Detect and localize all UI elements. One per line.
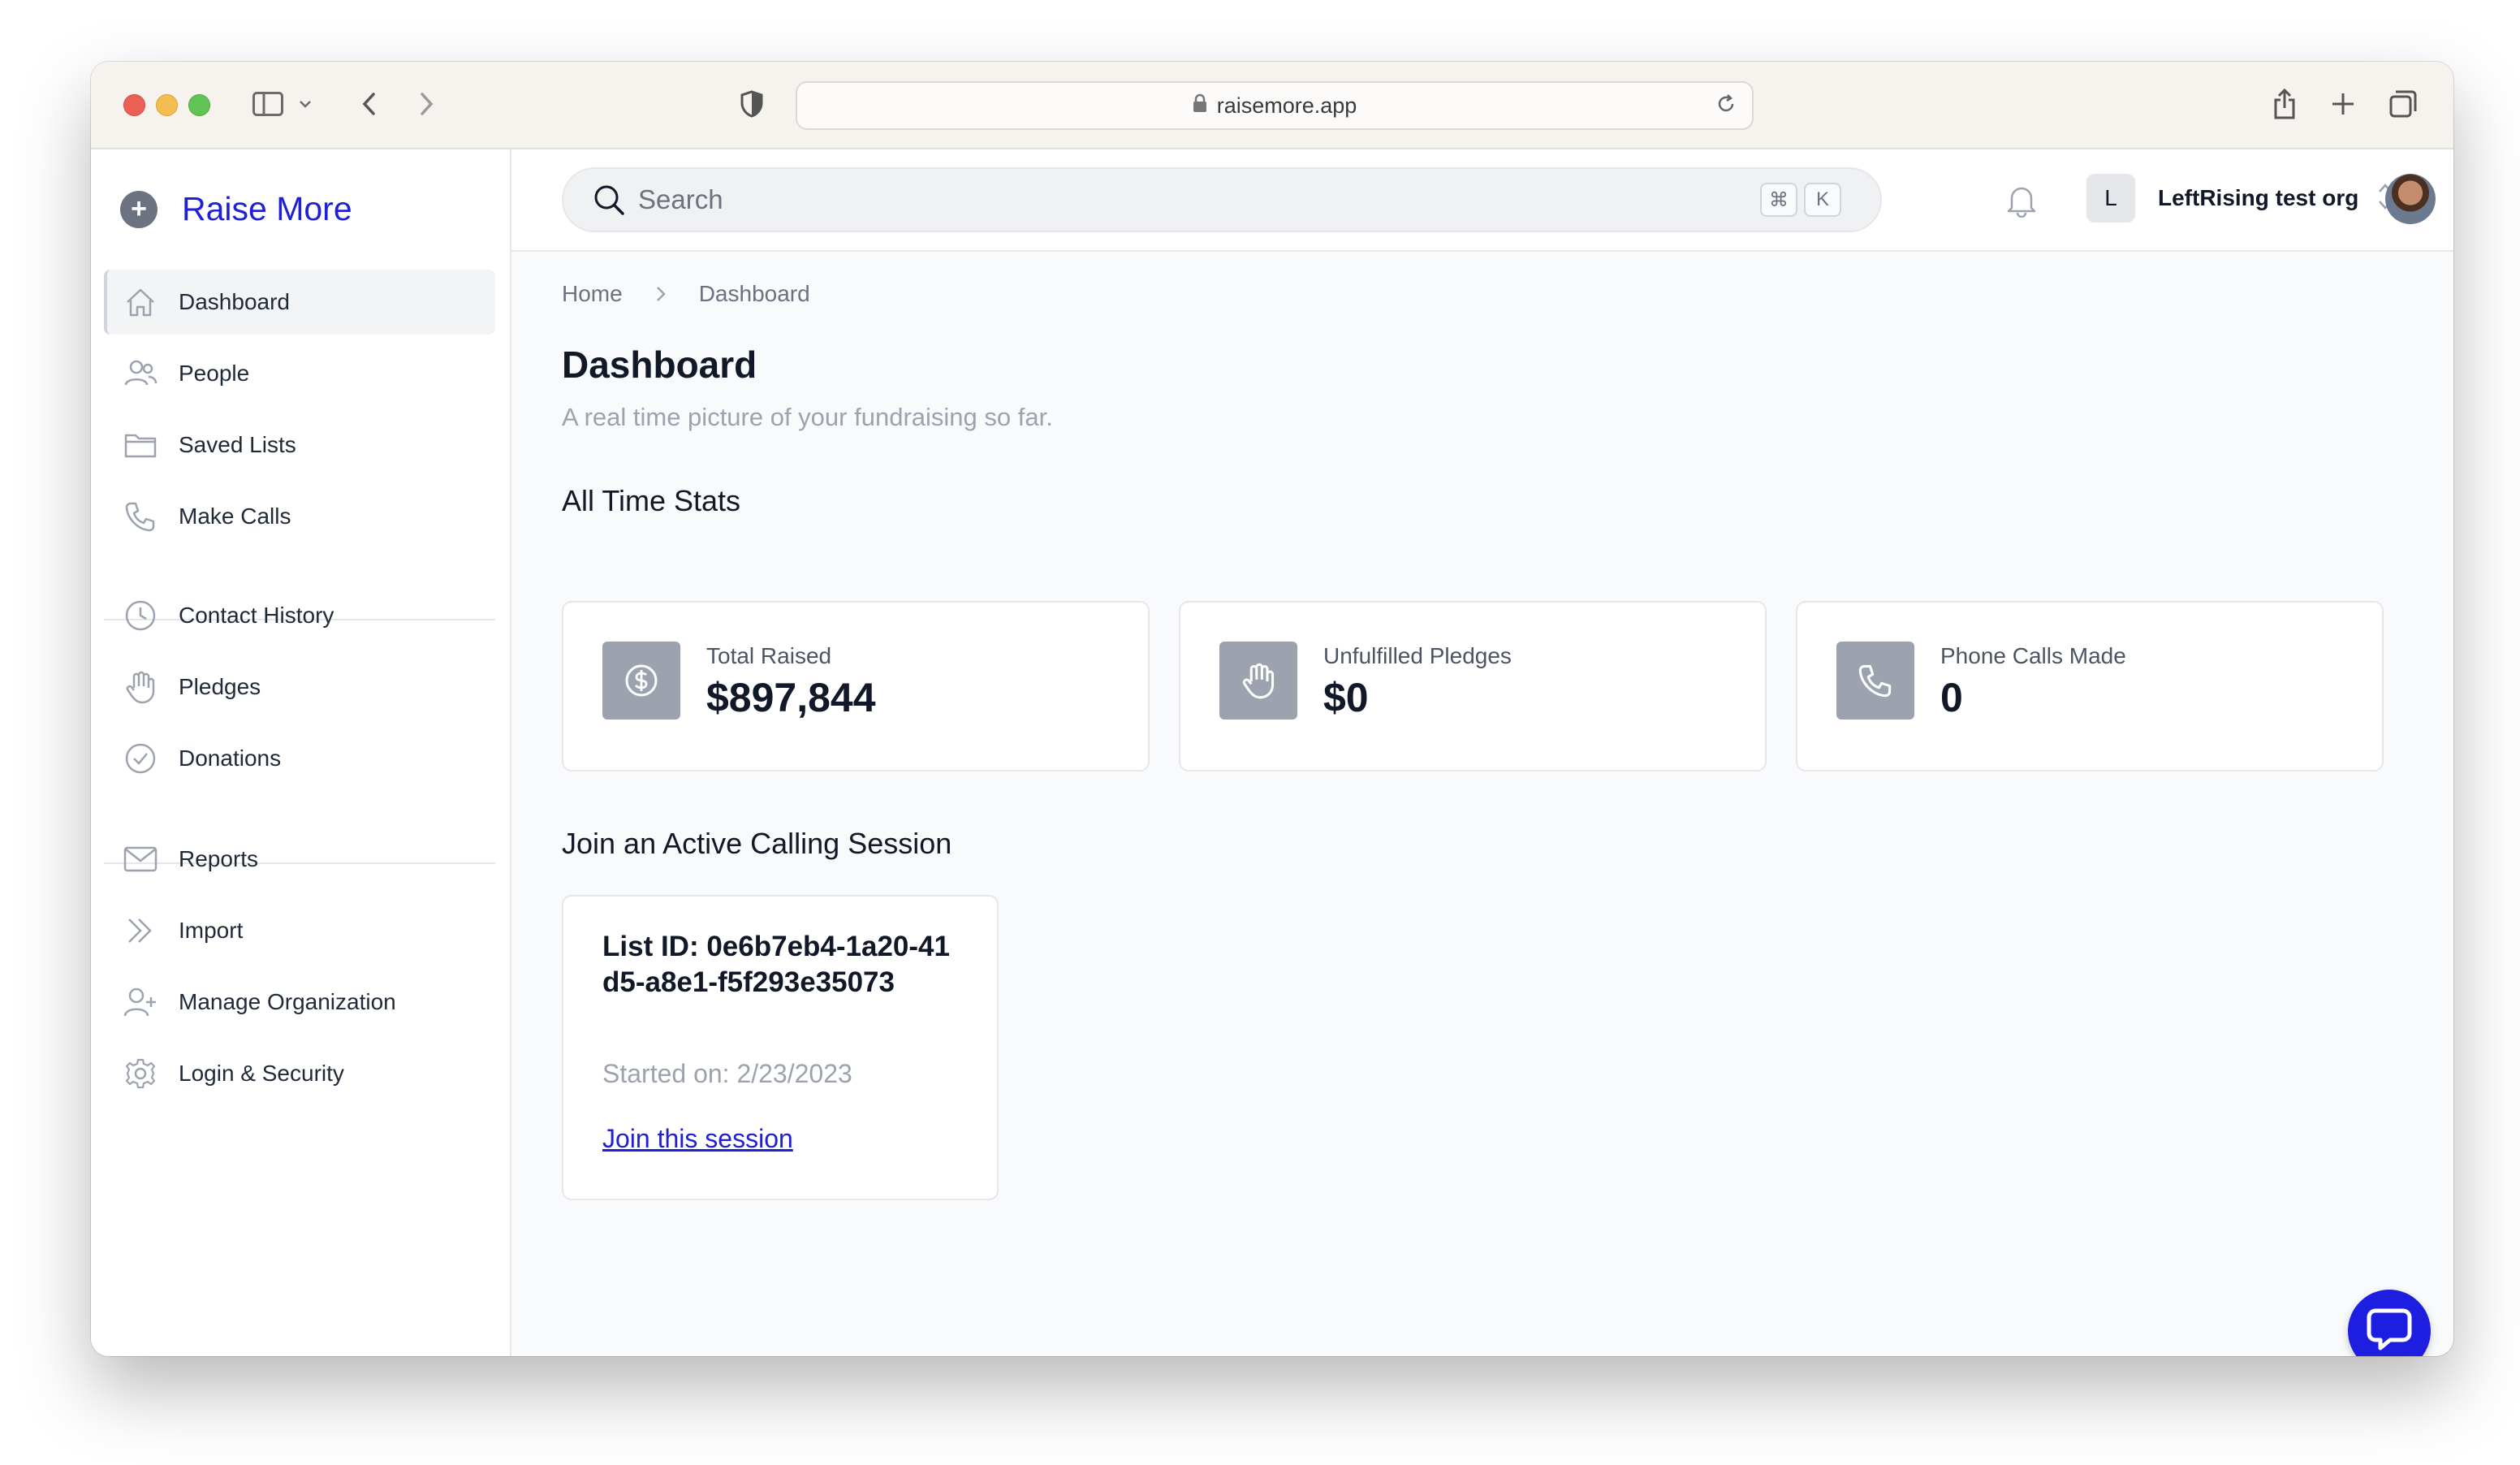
new-tab-icon[interactable] — [2325, 86, 2361, 122]
chevron-right-icon — [655, 285, 667, 303]
tab-overview-icon[interactable] — [2385, 86, 2421, 122]
sidebar-item-make-calls[interactable]: Make Calls — [104, 484, 495, 549]
org-switcher[interactable]: L LeftRising test org — [2086, 174, 2394, 223]
stat-value: $0 — [1323, 675, 1369, 720]
hand-icon — [122, 668, 159, 706]
check-circle-icon — [122, 740, 159, 777]
chevrons-right-icon — [122, 912, 159, 949]
zoom-window-button[interactable] — [188, 94, 210, 116]
command-key: ⌘ — [1760, 183, 1797, 217]
share-icon[interactable] — [2267, 86, 2302, 122]
sidebar-toggle-icon[interactable] — [250, 86, 286, 122]
home-icon — [122, 283, 159, 321]
hand-icon — [1219, 642, 1297, 720]
session-list-id: List ID: 0e6b7eb4-1a20-41d5-a8e1-f5f293e… — [602, 931, 950, 998]
stat-value: 0 — [1940, 675, 1963, 720]
breadcrumb-dashboard[interactable]: Dashboard — [699, 281, 810, 307]
envelope-icon — [122, 841, 159, 878]
sidebar-item-label: Saved Lists — [179, 432, 296, 457]
lock-icon — [1193, 93, 1207, 119]
sidebar-item-people[interactable]: People — [104, 341, 495, 406]
sidebar-item-label: Import — [179, 918, 244, 943]
brand[interactable]: + Raise More — [120, 190, 352, 228]
stat-label: Total Raised — [706, 643, 832, 668]
sidebar-item-reports[interactable]: Reports — [104, 827, 495, 892]
plus-icon: + — [120, 190, 158, 228]
folder-icon — [122, 426, 159, 464]
sidebar-item-dashboard[interactable]: Dashboard — [104, 270, 495, 335]
browser-window: raisemore.app + Raise More Dashboard Peo… — [91, 62, 2453, 1356]
browser-toolbar: raisemore.app — [91, 62, 2453, 149]
sidebar-item-label: Manage Organization — [179, 989, 396, 1014]
org-name: LeftRising test org — [2158, 185, 2359, 210]
sessions-heading: Join an Active Calling Session — [562, 827, 952, 860]
chat-bubble-icon — [2366, 1307, 2413, 1355]
sidebar-item-manage-organization[interactable]: Manage Organization — [104, 970, 495, 1035]
avatar[interactable] — [2385, 174, 2436, 224]
dollar-icon — [602, 642, 680, 720]
sidebar-item-label: Reports — [179, 846, 259, 871]
chat-button[interactable] — [2348, 1290, 2431, 1356]
k-key: K — [1804, 183, 1841, 217]
address-bar[interactable]: raisemore.app — [796, 81, 1754, 130]
back-icon[interactable] — [351, 86, 386, 122]
breadcrumb-home[interactable]: Home — [562, 281, 623, 307]
stat-card-total-raised: Total Raised $897,844 — [562, 601, 1150, 771]
page-title: Dashboard — [562, 344, 757, 386]
shield-icon[interactable] — [734, 86, 770, 122]
minimize-window-button[interactable] — [156, 94, 178, 116]
sidebar: + Raise More Dashboard People Saved List… — [91, 149, 511, 1356]
page-subtitle: A real time picture of your fundraising … — [562, 403, 1053, 431]
gear-icon — [122, 1055, 159, 1092]
sidebar-item-donations[interactable]: Donations — [104, 726, 495, 791]
sidebar-item-saved-lists[interactable]: Saved Lists — [104, 413, 495, 478]
sidebar-item-label: Dashboard — [179, 289, 290, 314]
stat-label: Unfulfilled Pledges — [1323, 643, 1512, 668]
stat-label: Phone Calls Made — [1940, 643, 2126, 668]
app-header: ⌘ K L LeftRising test org — [511, 149, 2453, 252]
phone-icon — [1836, 642, 1914, 720]
user-plus-icon — [122, 983, 159, 1021]
phone-icon — [122, 498, 159, 535]
sidebar-item-label: Login & Security — [179, 1061, 344, 1086]
search-icon — [593, 184, 625, 216]
session-started: Started on: 2/23/2023 — [602, 1059, 852, 1088]
sidebar-item-label: Contact History — [179, 603, 334, 628]
sidebar-item-login-security[interactable]: Login & Security — [104, 1041, 495, 1106]
stat-value: $897,844 — [706, 675, 876, 720]
sidebar-item-label: Make Calls — [179, 503, 291, 529]
sidebar-item-label: Pledges — [179, 674, 261, 699]
forward-icon[interactable] — [409, 86, 445, 122]
reload-icon[interactable] — [1715, 93, 1737, 121]
clock-icon — [122, 597, 159, 634]
sidebar-item-pledges[interactable]: Pledges — [104, 655, 495, 720]
bell-icon[interactable] — [2005, 182, 2038, 222]
breadcrumb: Home Dashboard — [562, 281, 810, 307]
org-initial: L — [2086, 174, 2135, 223]
sidebar-item-contact-history[interactable]: Contact History — [104, 583, 495, 648]
stat-card-unfulfilled-pledges: Unfulfilled Pledges $0 — [1179, 601, 1767, 771]
sidebar-item-label: Donations — [179, 745, 282, 771]
session-card: List ID: 0e6b7eb4-1a20-41d5-a8e1-f5f293e… — [562, 895, 999, 1200]
sidebar-item-label: People — [179, 361, 250, 386]
search-bar[interactable]: ⌘ K — [562, 167, 1882, 232]
close-window-button[interactable] — [123, 94, 145, 116]
stats-heading: All Time Stats — [562, 484, 741, 517]
brand-name: Raise More — [182, 190, 352, 227]
main-content: Home Dashboard Dashboard A real time pic… — [511, 252, 2453, 1356]
stat-card-phone-calls: Phone Calls Made 0 — [1796, 601, 2384, 771]
search-input[interactable] — [636, 184, 1760, 216]
join-session-link[interactable]: Join this session — [602, 1124, 793, 1154]
sidebar-item-import[interactable]: Import — [104, 898, 495, 963]
people-icon — [122, 355, 159, 392]
chevron-down-icon[interactable] — [296, 86, 315, 122]
url-text: raisemore.app — [1216, 93, 1357, 118]
